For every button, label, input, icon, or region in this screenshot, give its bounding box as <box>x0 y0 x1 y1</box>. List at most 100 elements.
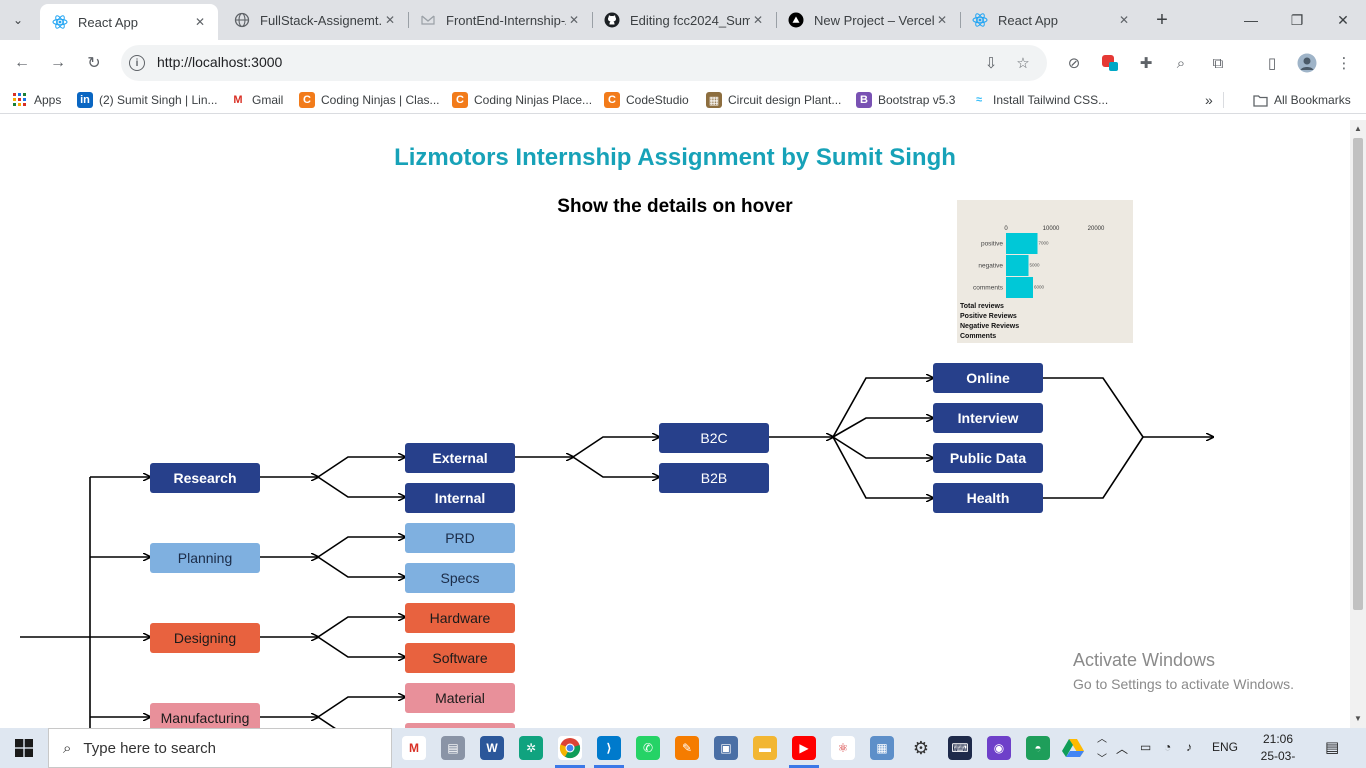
settings-gear-icon[interactable]: ⚙ <box>909 736 933 760</box>
node-health[interactable]: Health <box>933 483 1043 513</box>
screen-app-icon[interactable]: ▣ <box>714 736 738 760</box>
node-interview[interactable]: Interview <box>933 403 1043 433</box>
review-bar <box>1006 277 1033 298</box>
close-tab-icon[interactable]: ✕ <box>382 13 398 27</box>
show-hidden-icons-icon[interactable]: ︿ <box>1116 740 1128 757</box>
molecule-app-icon[interactable]: ⚛ <box>831 736 855 760</box>
scroll-up-arrow-icon[interactable]: ▲ <box>1354 124 1362 133</box>
green-app-icon[interactable]: ◓ <box>1026 736 1050 760</box>
node-material[interactable]: Material <box>405 683 515 713</box>
pen-app-icon[interactable]: ✎ <box>675 736 699 760</box>
node-hardware[interactable]: Hardware <box>405 603 515 633</box>
tray-down-icon[interactable]: ﹀ <box>1097 750 1107 765</box>
side-panel-icon[interactable]: ▯ <box>1262 53 1282 73</box>
bookmark-coding-ninjas-placement[interactable]: C Coding Ninjas Place... <box>452 92 592 108</box>
node-research[interactable]: Research <box>150 463 260 493</box>
install-app-icon[interactable]: ⇩ <box>981 53 1001 73</box>
close-tab-icon[interactable]: ✕ <box>934 13 950 27</box>
google-drive-icon[interactable] <box>1061 736 1085 760</box>
extension-red-icon[interactable] <box>1100 53 1120 73</box>
forward-button[interactable]: → <box>46 51 70 75</box>
gmail-app-icon[interactable]: M <box>402 736 426 760</box>
profile-avatar[interactable] <box>1297 53 1317 73</box>
bookmark-linkedin[interactable]: in (2) Sumit Singh | Lin... <box>77 92 218 108</box>
start-button[interactable] <box>0 728 48 768</box>
tab-vercel[interactable]: New Project – Vercel ✕ <box>776 0 960 40</box>
search-icon: ⌕ <box>63 739 72 757</box>
close-tab-icon[interactable]: ✕ <box>192 15 208 29</box>
node-planning[interactable]: Planning <box>150 543 260 573</box>
x-tick-label: 0 <box>1004 226 1008 232</box>
extensions-puzzle-icon[interactable]: ⧉ <box>1208 53 1228 73</box>
close-tab-icon[interactable]: ✕ <box>750 13 766 27</box>
address-bar[interactable]: i http://localhost:3000 ⇩ ☆ <box>121 45 1047 81</box>
whatsapp-app-icon[interactable]: ✆ <box>636 736 660 760</box>
bookmark-label: Coding Ninjas Place... <box>474 93 593 107</box>
node-prd[interactable]: PRD <box>405 523 515 553</box>
taskbar-clock[interactable]: 21:06 25-03-2024 <box>1248 731 1308 768</box>
node-specs[interactable]: Specs <box>405 563 515 593</box>
menu-kebab-icon[interactable]: ⋮ <box>1334 53 1354 73</box>
node-external[interactable]: External <box>405 443 515 473</box>
wifi-icon[interactable]: ◔ <box>1164 740 1171 754</box>
bookmark-bootstrap[interactable]: B Bootstrap v5.3 <box>856 92 955 108</box>
back-button[interactable]: ← <box>10 51 34 75</box>
bookmark-circuit-design[interactable]: ▦ Circuit design Plant... <box>706 92 841 108</box>
tab-fullstack-pdf[interactable]: FullStack-Assignemt.pdf ✕ <box>222 0 408 40</box>
language-indicator[interactable]: ENG <box>1212 740 1238 754</box>
reload-button[interactable]: ↻ <box>82 51 106 75</box>
extension-compass-icon[interactable]: ⊘ <box>1064 53 1084 73</box>
chatgpt-app-icon[interactable]: ✲ <box>519 736 543 760</box>
node-online[interactable]: Online <box>933 363 1043 393</box>
battery-icon[interactable]: ▭ <box>1140 740 1151 754</box>
tab-github-editing[interactable]: Editing fcc2024_Summit ✕ <box>592 0 776 40</box>
node-internal[interactable]: Internal <box>405 483 515 513</box>
node-manufacturing[interactable]: Manufacturing <box>150 703 260 728</box>
tab-react-app[interactable]: React App ✕ <box>40 4 218 40</box>
tab-react-app-2[interactable]: React App ✕ <box>960 0 1142 40</box>
bookmark-apps[interactable]: Apps <box>12 92 61 108</box>
bookmarks-overflow-icon[interactable]: » <box>1205 92 1213 108</box>
extension-search-icon[interactable]: ⌕ <box>1171 53 1191 73</box>
bookmark-codestudio[interactable]: C CodeStudio <box>604 92 689 108</box>
site-info-icon[interactable]: i <box>129 55 145 71</box>
close-tab-icon[interactable]: ✕ <box>566 13 582 27</box>
youtube-app-icon[interactable]: ▶ <box>792 736 816 760</box>
node-b2c[interactable]: B2C <box>659 423 769 453</box>
bar-value-label: 6000 <box>1034 285 1045 290</box>
all-bookmarks-button[interactable]: All Bookmarks <box>1252 92 1351 108</box>
file-explorer-icon[interactable]: ▬ <box>753 736 777 760</box>
tab-frontend-assignment[interactable]: FrontEnd-Internship-Assignment ✕ <box>408 0 592 40</box>
restore-button[interactable]: ❐ <box>1274 8 1320 32</box>
control-panel-icon[interactable]: ▦ <box>870 736 894 760</box>
bookmark-tailwind[interactable]: ≈ Install Tailwind CSS... <box>971 92 1108 108</box>
tab-search-chevron-icon[interactable]: ⌄ <box>6 8 30 32</box>
volume-icon[interactable]: ♪ <box>1186 740 1192 754</box>
terminal-app-icon[interactable]: ⌨ <box>948 736 972 760</box>
bookmark-star-icon[interactable]: ☆ <box>1013 53 1033 73</box>
minimize-button[interactable]: — <box>1228 8 1274 32</box>
vscode-app-icon[interactable]: ⟩ <box>597 736 621 760</box>
extension-dark-icon[interactable]: ✚ <box>1136 53 1156 73</box>
url-text[interactable]: http://localhost:3000 <box>157 54 282 70</box>
page-scrollbar[interactable]: ▲ ▼ <box>1350 120 1366 728</box>
scroll-thumb[interactable] <box>1353 138 1363 610</box>
bookmark-gmail[interactable]: M Gmail <box>230 92 283 108</box>
taskbar-search-box[interactable]: ⌕ Type here to search <box>48 728 392 768</box>
new-tab-button[interactable]: + <box>1150 8 1174 32</box>
close-tab-icon[interactable]: ✕ <box>1116 13 1132 27</box>
chrome-app-icon[interactable] <box>558 736 582 760</box>
close-window-button[interactable]: ✕ <box>1320 8 1366 32</box>
tray-up-icon[interactable]: ︿ <box>1097 730 1107 745</box>
bookmark-coding-ninjas-classroom[interactable]: C Coding Ninjas | Clas... <box>299 92 440 108</box>
node-public-data[interactable]: Public Data <box>933 443 1043 473</box>
notifications-icon[interactable]: ▤ <box>1325 738 1339 756</box>
node-b2b[interactable]: B2B <box>659 463 769 493</box>
github-desktop-icon[interactable]: ◉ <box>987 736 1011 760</box>
bookmark-label: CodeStudio <box>626 93 689 107</box>
word-app-icon[interactable]: W <box>480 736 504 760</box>
photos-app-icon[interactable]: ▤ <box>441 736 465 760</box>
node-software[interactable]: Software <box>405 643 515 673</box>
node-designing[interactable]: Designing <box>150 623 260 653</box>
scroll-down-arrow-icon[interactable]: ▼ <box>1354 714 1362 723</box>
